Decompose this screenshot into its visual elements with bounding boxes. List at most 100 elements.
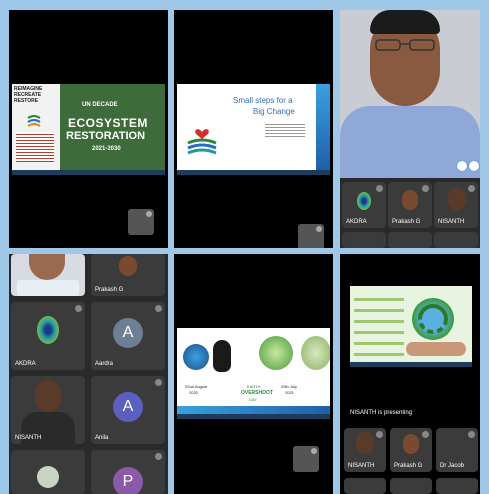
participant-tile-partial[interactable]	[342, 232, 386, 248]
mic-icon	[422, 431, 429, 438]
participant-face	[35, 380, 61, 412]
mic-icon	[422, 185, 429, 192]
mic-icon	[468, 185, 475, 192]
meeting-panel-top-right: AKDRA Prakash G NISANTH	[340, 10, 480, 248]
participant-tile-prakash[interactable]: Prakash G	[388, 182, 432, 228]
pin-icon[interactable]	[456, 160, 468, 172]
slide-label3: DAY	[249, 397, 257, 402]
mic-icon	[376, 431, 383, 438]
participant-name: Aardra	[95, 361, 114, 367]
shared-slide-ecosystem: REIMAGINE RECREATE RESTORE UN DECADE ECO…	[12, 84, 165, 170]
slide-decade: UN DECADE	[82, 102, 118, 108]
mic-icon	[311, 448, 317, 454]
speaker-hair	[370, 10, 440, 34]
slide-left-column: REIMAGINE RECREATE RESTORE	[12, 84, 60, 170]
participant-name: NISANTH	[15, 435, 42, 441]
avatar: A	[113, 318, 143, 348]
participant-avatar-photo	[37, 466, 59, 488]
mic-icon	[155, 453, 162, 460]
participant-tile-akdra[interactable]: AKDRA	[342, 182, 386, 228]
slide-years: 2021-2030	[92, 146, 121, 152]
meeting-panel-top-middle: Small steps for a Big Change	[174, 10, 333, 248]
participant-face	[119, 256, 137, 276]
participant-tile-partial[interactable]: P	[91, 450, 165, 494]
participant-face	[403, 434, 419, 454]
avatar: A	[113, 392, 143, 422]
participant-face	[356, 432, 374, 454]
active-speaker-video[interactable]	[340, 10, 480, 178]
mic-icon	[468, 431, 475, 438]
participant-tile-video[interactable]	[11, 254, 85, 296]
participant-name: Anila	[95, 435, 109, 441]
participant-name: Prakash G	[392, 219, 421, 225]
participant-tile-akdra[interactable]: AKDRA	[11, 302, 85, 370]
meeting-panel-bottom-left: Prakash G AKDRA A Aardra NISANTH A Anila…	[9, 254, 168, 494]
meeting-panel-bottom-right: NISANTH is presenting NISANTH Prakash G …	[340, 254, 480, 494]
glasses-icon	[374, 38, 436, 51]
participant-tile-jacob[interactable]: Dr Jacob	[436, 428, 478, 472]
date-left: 22nd August	[185, 384, 208, 389]
participant-tile-prakash[interactable]: Prakash G	[91, 254, 165, 296]
globe-icon	[301, 336, 330, 370]
slide-title-line1: Small steps for a	[233, 96, 293, 105]
participant-tile-prakash[interactable]: Prakash G	[390, 428, 432, 472]
more-options-icon[interactable]	[468, 160, 480, 172]
presenting-status: NISANTH is presenting	[350, 410, 413, 416]
mic-icon	[75, 305, 82, 312]
participant-face	[29, 254, 65, 280]
participant-tile-partial[interactable]	[11, 450, 85, 494]
meeting-panel-bottom-middle: 22nd August 2020 EARTH OVERSHOOT DAY 29t…	[174, 254, 333, 494]
slide-label2: OVERSHOOT	[241, 390, 273, 396]
participant-tile-partial[interactable]	[388, 232, 432, 248]
meeting-panel-top-left: REIMAGINE RECREATE RESTORE UN DECADE ECO…	[9, 10, 168, 248]
slide-bottom-stripe	[177, 406, 330, 414]
mic-icon	[376, 185, 383, 192]
participant-face	[402, 190, 418, 210]
participant-name: NISANTH	[348, 463, 375, 469]
self-video-thumbnail[interactable]	[128, 209, 154, 235]
globe-icon	[259, 336, 293, 370]
participant-shirt	[17, 280, 79, 296]
participant-tile-nisanth[interactable]: NISANTH	[344, 428, 386, 472]
participant-name: AKDRA	[15, 361, 36, 367]
slide-small-text	[265, 122, 305, 138]
slide-toolbar	[177, 414, 330, 419]
self-video-thumbnail[interactable]	[298, 224, 324, 248]
footprint-icon	[213, 340, 231, 372]
slide-label1: EARTH	[247, 384, 261, 389]
participant-tile-partial[interactable]	[390, 478, 432, 494]
slide-accent-stripe	[316, 84, 330, 170]
slide-text-ladder	[354, 290, 404, 358]
recycle-globe-icon	[412, 298, 454, 340]
participant-tile-partial[interactable]	[344, 478, 386, 494]
slide-red-text-block	[16, 132, 54, 162]
participant-name: Prakash G	[95, 287, 124, 293]
year-right: 2021	[285, 390, 294, 395]
year-left: 2020	[189, 390, 198, 395]
mic-icon	[146, 211, 152, 217]
slide-toolbar	[12, 170, 165, 175]
mic-icon	[155, 305, 162, 312]
slide-title-line1: ECOSYSTEM	[68, 116, 148, 130]
self-video-thumbnail[interactable]	[293, 446, 319, 472]
slide-left-text: REIMAGINE RECREATE RESTORE	[14, 86, 43, 104]
participant-tile-partial[interactable]	[436, 478, 478, 494]
participant-tile-nisanth[interactable]: NISANTH	[11, 376, 85, 444]
avatar: P	[113, 467, 143, 494]
date-right: 29th July	[281, 384, 298, 389]
participant-face	[448, 188, 466, 210]
mic-icon	[155, 379, 162, 386]
participant-tile-nisanth[interactable]: NISANTH	[434, 182, 478, 228]
shared-slide-recycle	[350, 286, 472, 362]
participant-name: Dr Jacob	[440, 463, 465, 469]
participant-tile-anila[interactable]: A Anila	[91, 376, 165, 444]
mic-icon	[316, 226, 322, 232]
participant-name: Prakash G	[394, 463, 423, 469]
participant-name: NISANTH	[438, 219, 465, 225]
participant-tile-aardra[interactable]: A Aardra	[91, 302, 165, 370]
hands-icon	[406, 342, 466, 356]
participant-tile-partial[interactable]	[434, 232, 478, 248]
slide-title-line2: RESTORATION	[66, 130, 146, 142]
slide-title-line2: Big Change	[253, 107, 295, 116]
slide-toolbar	[350, 362, 472, 367]
